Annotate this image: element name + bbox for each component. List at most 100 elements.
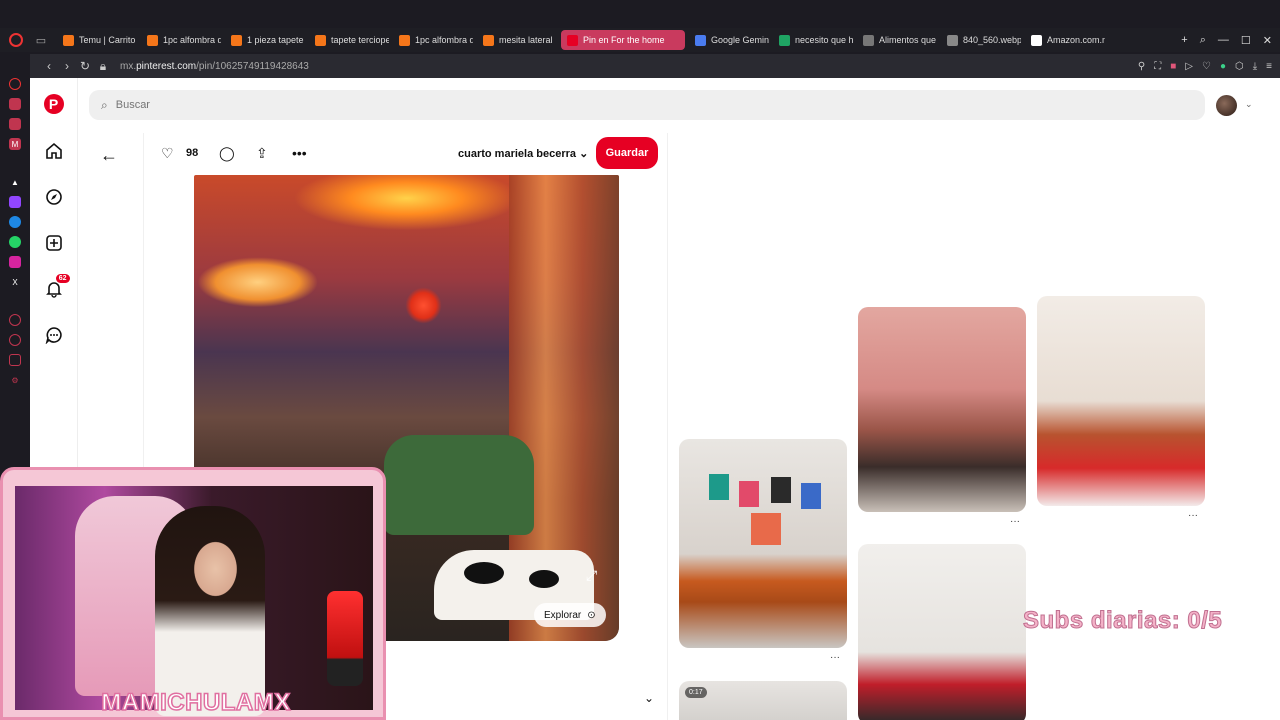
window-controls: + ⌕ — ☐ ✕ <box>1181 34 1280 47</box>
mail-icon[interactable]: M <box>9 138 21 150</box>
messages-icon[interactable] <box>45 326 63 345</box>
snapshot-icon[interactable]: ⛶ <box>1154 61 1161 72</box>
lock-icon: 🔒︎ <box>99 58 107 73</box>
tab-workspaces-icon[interactable]: ▭ <box>33 34 49 47</box>
menu-icon[interactable]: ≡ <box>1266 61 1272 72</box>
video-duration: 0:17 <box>685 687 707 698</box>
related-pin-video[interactable]: 0:17 <box>679 681 847 720</box>
back-arrow-icon[interactable]: ← <box>100 145 118 166</box>
related-pin[interactable] <box>679 439 847 648</box>
artwork <box>739 481 759 507</box>
history-icon[interactable] <box>9 314 21 326</box>
tab-label: Pin en For the home <box>583 35 665 45</box>
tab-favicon-icon <box>863 34 874 46</box>
extensions-icon[interactable]: ⬡ <box>1235 61 1244 72</box>
player-icon[interactable] <box>9 118 21 130</box>
more-options-icon[interactable]: ··· <box>1188 510 1198 521</box>
tab-label: 1 pieza tapete <box>247 35 304 45</box>
crypto-wallet-icon[interactable] <box>9 98 21 110</box>
tab-label: Amazon.com.m <box>1047 35 1105 45</box>
avatar[interactable] <box>1216 95 1237 116</box>
search-tabs-icon[interactable]: ⌕ <box>1200 34 1206 47</box>
more-options-icon[interactable]: ··· <box>830 652 840 663</box>
twitch-icon[interactable] <box>9 196 21 208</box>
arc-icon[interactable]: ▲ <box>9 176 21 188</box>
browser-tab[interactable]: 840_560.webp <box>941 30 1021 50</box>
address-bar: ‹ › ↻ 🔒︎ mx.pinterest.com/pin/1062574911… <box>30 54 1280 78</box>
browser-tab[interactable]: Pin en For the home <box>561 30 685 50</box>
browser-tab[interactable]: Alimentos que <box>857 30 937 50</box>
browser-tab[interactable]: mesita lateral <box>477 30 557 50</box>
close-window-icon[interactable]: ✕ <box>1263 34 1272 47</box>
browser-tab[interactable]: necesito que h <box>773 30 853 50</box>
browser-tab[interactable]: 1pc alfombra d <box>141 30 221 50</box>
more-options-icon[interactable]: ··· <box>1010 516 1020 527</box>
minimize-icon[interactable]: — <box>1218 34 1229 47</box>
new-tab-icon[interactable]: + <box>1181 34 1187 47</box>
tab-label: tapete terciope <box>331 35 389 45</box>
related-pin[interactable] <box>858 307 1026 512</box>
details-chevron-down-icon[interactable]: ⌄ <box>644 691 654 705</box>
browser-tab[interactable]: Amazon.com.m <box>1025 30 1105 50</box>
more-options-icon[interactable]: ••• <box>292 145 307 161</box>
related-pin[interactable] <box>858 544 1026 720</box>
explore-label: Explorar <box>544 609 582 621</box>
tab-favicon-icon <box>567 34 578 46</box>
comment-icon[interactable]: ◯ <box>219 145 235 162</box>
reload-icon[interactable]: ↻ <box>76 59 94 73</box>
back-nav-icon[interactable]: ‹ <box>40 59 58 73</box>
account-chevron-down-icon[interactable]: ⌄ <box>1245 99 1253 110</box>
pocket-icon[interactable]: ■ <box>1170 61 1176 72</box>
webcam-overlay: MAMICHULAMX <box>0 467 386 720</box>
tab-favicon-icon <box>1031 34 1042 46</box>
notification-badge: 62 <box>55 274 70 283</box>
settings-icon[interactable]: ⚙ <box>9 374 21 386</box>
search-input[interactable] <box>115 99 416 111</box>
whatsapp-icon[interactable] <box>9 236 21 248</box>
artwork <box>709 474 729 500</box>
play-icon[interactable]: ▷ <box>1185 61 1193 72</box>
browser-tab[interactable]: Google Gemini <box>689 30 769 50</box>
notifications-icon[interactable]: 62 <box>45 274 70 298</box>
forward-nav-icon[interactable]: › <box>58 59 76 73</box>
explore-icon[interactable] <box>45 188 63 206</box>
streamer-name: MAMICHULAMX <box>101 688 291 717</box>
browser-tab[interactable]: tapete terciope <box>309 30 389 50</box>
explore-button[interactable]: Explorar ⊙ <box>534 603 606 627</box>
tab-favicon-icon <box>147 34 158 46</box>
share-icon[interactable]: ⇪ <box>256 145 268 162</box>
pinterest-logo-icon[interactable]: P <box>43 94 64 114</box>
tab-favicon-icon <box>231 34 242 46</box>
save-button[interactable]: Guardar <box>596 137 658 169</box>
maximize-icon[interactable]: ☐ <box>1241 34 1251 47</box>
opera-logo-icon[interactable] <box>9 33 23 47</box>
create-icon[interactable] <box>45 234 63 252</box>
heart-icon[interactable]: ♡ <box>161 145 174 162</box>
board-name: cuarto mariela becerra <box>458 148 577 160</box>
browser-tab[interactable]: 1pc alfombra d <box>393 30 473 50</box>
pin-toolbar: ♡ 98 ◯ ⇪ ••• cuarto mariela becerra ⌄ Gu… <box>144 133 669 175</box>
extensions-sidebar-icon[interactable] <box>9 354 21 366</box>
related-pin[interactable] <box>1037 296 1205 506</box>
browser-tab[interactable]: Temu | Carrito <box>57 30 137 50</box>
browser-tab[interactable]: 1 pieza tapete <box>225 30 305 50</box>
download-icon[interactable]: ⤓ <box>1253 61 1257 72</box>
instagram-icon[interactable] <box>9 256 21 268</box>
heart-icon[interactable]: ♡ <box>1202 61 1211 72</box>
vpn-icon[interactable]: ● <box>1220 61 1226 72</box>
x-icon[interactable]: X <box>9 276 21 288</box>
webcam-video <box>15 486 373 716</box>
search-bar[interactable]: ⌕ <box>89 90 1205 120</box>
aria-icon[interactable] <box>9 78 21 90</box>
board-selector[interactable]: cuarto mariela becerra ⌄ <box>458 147 588 160</box>
messenger-icon[interactable] <box>9 216 21 228</box>
pin-icon[interactable]: ⚲ <box>1138 61 1145 72</box>
home-icon[interactable] <box>45 142 63 160</box>
tab-label: 1pc alfombra d <box>163 35 221 45</box>
artwork <box>801 483 821 509</box>
clock-icon[interactable] <box>9 334 21 346</box>
url-field[interactable]: mx.pinterest.com/pin/10625749119428643 <box>120 61 309 72</box>
tab-label: Temu | Carrito <box>79 35 136 45</box>
webcam-person <box>155 506 265 716</box>
expand-icon[interactable]: ⤢ <box>586 567 597 584</box>
